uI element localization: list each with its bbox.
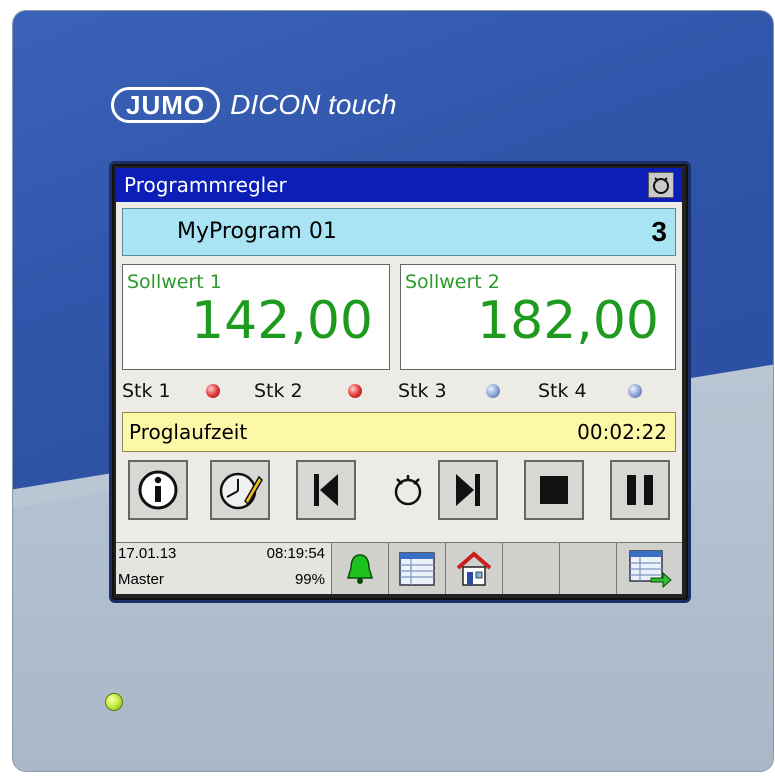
setpoint-2-panel[interactable]: Sollwert 2 182,00 — [400, 264, 676, 370]
stk-1-indicator — [206, 384, 220, 398]
status-led — [105, 693, 123, 711]
status-info: 17.01.13 08:19:54 Master 99% — [116, 543, 332, 594]
stk-4-label: Stk 4 — [538, 380, 587, 402]
program-number: 3 — [651, 216, 667, 247]
list-view-button[interactable] — [389, 543, 446, 594]
stk-2-indicator — [348, 384, 362, 398]
brand: JUMO DICON touch — [111, 85, 397, 125]
stk-1-label: Stk 1 — [122, 380, 171, 402]
screen-content: Programmregler MyProgram 01 3 Sollwert 1… — [116, 168, 682, 594]
previous-segment-icon — [314, 474, 338, 506]
runtime-value: 00:02:22 — [577, 420, 667, 444]
stop-icon — [540, 476, 568, 504]
status-role: Master — [118, 571, 164, 588]
setpoint-2-value: 182,00 — [477, 291, 659, 351]
bell-icon — [346, 554, 374, 584]
list-view-icon — [399, 552, 435, 586]
pause-icon — [627, 475, 653, 505]
pause-button[interactable] — [610, 460, 670, 520]
clock-edit-icon — [219, 472, 263, 510]
status-slot-empty-2[interactable] — [560, 543, 617, 594]
setpoint-2-label: Sollwert 2 — [405, 271, 500, 293]
status-slot-empty-1[interactable] — [503, 543, 560, 594]
screen-titlebar: Programmregler — [116, 168, 682, 202]
setpoint-1-value: 142,00 — [191, 291, 373, 351]
jumo-logo: JUMO — [111, 87, 221, 123]
status-time: 08:19:54 — [266, 545, 325, 562]
program-bar[interactable]: MyProgram 01 3 — [122, 208, 676, 256]
model-name: DICON touch — [230, 89, 397, 120]
list-forward-icon — [628, 550, 672, 589]
stk-3-label: Stk 3 — [398, 380, 447, 402]
home-icon — [456, 551, 492, 586]
setpoint-1-label: Sollwert 1 — [127, 271, 222, 293]
home-button[interactable] — [446, 543, 503, 594]
info-icon — [138, 470, 178, 510]
program-status-icon[interactable] — [648, 172, 674, 198]
setpoint-1-panel[interactable]: Sollwert 1 142,00 — [122, 264, 390, 370]
runtime-label: Proglaufzeit — [129, 420, 248, 444]
stk-2-label: Stk 2 — [254, 380, 303, 402]
program-cycle-button[interactable] — [378, 460, 438, 520]
status-date: 17.01.13 — [118, 545, 177, 562]
stop-button[interactable] — [524, 460, 584, 520]
previous-segment-button[interactable] — [296, 460, 356, 520]
touch-screen: Programmregler MyProgram 01 3 Sollwert 1… — [112, 164, 688, 600]
screen-title: Programmregler — [124, 173, 287, 197]
stk-3-indicator — [486, 384, 500, 398]
program-cycle-icon — [394, 475, 422, 506]
next-segment-button[interactable] — [438, 460, 498, 520]
control-contacts-row: Stk 1 Stk 2 Stk 3 Stk 4 — [122, 378, 682, 404]
program-runtime-bar: Proglaufzeit 00:02:22 — [122, 412, 676, 452]
list-forward-button[interactable] — [617, 543, 682, 594]
stk-4-indicator — [628, 384, 642, 398]
program-name: MyProgram 01 — [177, 219, 337, 244]
status-bar: 17.01.13 08:19:54 Master 99% — [116, 542, 682, 594]
next-segment-icon — [456, 474, 480, 506]
info-button[interactable] — [128, 460, 188, 520]
clock-edit-button[interactable] — [210, 460, 270, 520]
alarm-button[interactable] — [332, 543, 389, 594]
status-percent: 99% — [294, 571, 325, 588]
